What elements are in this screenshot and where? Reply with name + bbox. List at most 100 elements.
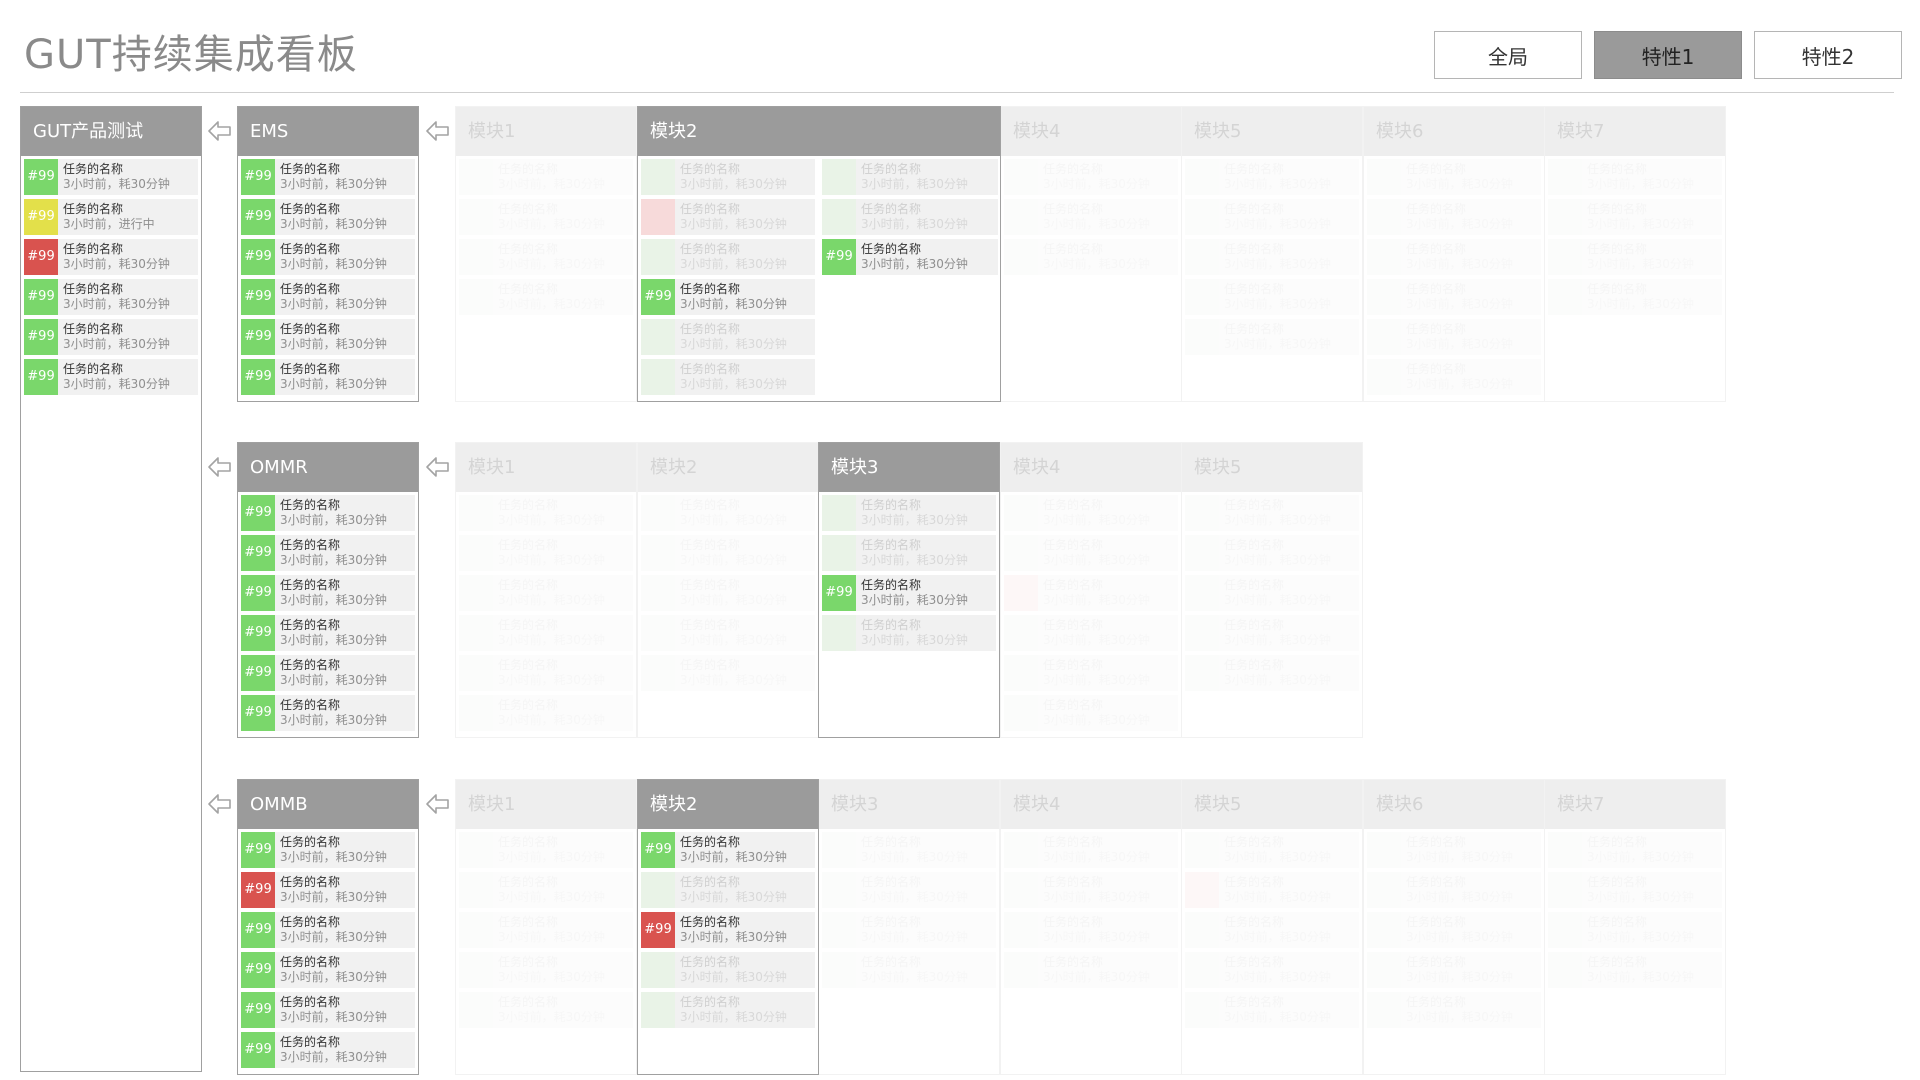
task-card[interactable]: #99任务的名称3小时前，耗30分钟: [1367, 832, 1541, 868]
column-header[interactable]: 模块2: [638, 780, 818, 829]
column-header[interactable]: 模块4: [1001, 780, 1181, 829]
task-card[interactable]: #99任务的名称3小时前，耗30分钟: [1004, 495, 1178, 531]
task-card[interactable]: #99任务的名称3小时前，耗30分钟: [241, 199, 415, 235]
task-card[interactable]: #99任务的名称3小时前，耗30分钟: [641, 319, 815, 355]
task-card[interactable]: #99任务的名称3小时前，耗30分钟: [1367, 912, 1541, 948]
task-card[interactable]: #99任务的名称3小时前，耗30分钟: [1004, 535, 1178, 571]
task-card[interactable]: #99任务的名称3小时前，耗30分钟: [822, 159, 998, 195]
task-card[interactable]: #99任务的名称3小时前，耗30分钟: [459, 575, 633, 611]
task-card[interactable]: #99任务的名称3小时前，耗30分钟: [1185, 319, 1359, 355]
task-card[interactable]: #99任务的名称3小时前，耗30分钟: [24, 159, 198, 195]
task-card[interactable]: #99任务的名称3小时前，耗30分钟: [641, 992, 815, 1028]
column-header[interactable]: 模块4: [1001, 107, 1181, 156]
column-header[interactable]: 模块5: [1182, 780, 1362, 829]
task-card[interactable]: #99任务的名称3小时前，耗30分钟: [1185, 495, 1359, 531]
column-header[interactable]: 模块3: [819, 443, 999, 492]
task-card[interactable]: #99任务的名称3小时前，耗30分钟: [822, 239, 998, 275]
task-card[interactable]: #99任务的名称3小时前，耗30分钟: [1185, 159, 1359, 195]
task-card[interactable]: #99任务的名称3小时前，耗30分钟: [822, 952, 996, 988]
task-card[interactable]: #99任务的名称3小时前，耗30分钟: [459, 872, 633, 908]
task-card[interactable]: #99任务的名称3小时前，耗30分钟: [641, 239, 815, 275]
task-card[interactable]: #99任务的名称3小时前，耗30分钟: [241, 535, 415, 571]
column-header[interactable]: 模块3: [819, 780, 999, 829]
task-card[interactable]: #99任务的名称3小时前，耗30分钟: [641, 655, 815, 691]
task-card[interactable]: #99任务的名称3小时前，耗30分钟: [1004, 872, 1178, 908]
task-card[interactable]: #99任务的名称3小时前，耗30分钟: [241, 912, 415, 948]
task-card[interactable]: #99任务的名称3小时前，耗30分钟: [1367, 199, 1541, 235]
task-card[interactable]: #99任务的名称3小时前，耗30分钟: [241, 159, 415, 195]
task-card[interactable]: #99任务的名称3小时前，耗30分钟: [1185, 832, 1359, 868]
task-card[interactable]: #99任务的名称3小时前，耗30分钟: [641, 952, 815, 988]
task-card[interactable]: #99任务的名称3小时前，耗30分钟: [241, 495, 415, 531]
task-card[interactable]: #99任务的名称3小时前，耗30分钟: [641, 359, 815, 395]
task-card[interactable]: #99任务的名称3小时前，耗30分钟: [1548, 279, 1722, 315]
task-card[interactable]: #99任务的名称3小时前，耗30分钟: [1548, 159, 1722, 195]
task-card[interactable]: #99任务的名称3小时前，耗30分钟: [1548, 832, 1722, 868]
task-card[interactable]: #99任务的名称3小时前，耗30分钟: [1004, 199, 1178, 235]
task-card[interactable]: #99任务的名称3小时前，耗30分钟: [641, 912, 815, 948]
task-card[interactable]: #99任务的名称3小时前，耗30分钟: [241, 832, 415, 868]
task-card[interactable]: #99任务的名称3小时前，耗30分钟: [822, 575, 996, 611]
column-header[interactable]: OMMB: [238, 780, 418, 829]
task-card[interactable]: #99任务的名称3小时前，耗30分钟: [241, 575, 415, 611]
task-card[interactable]: #99任务的名称3小时前，耗30分钟: [1367, 159, 1541, 195]
task-card[interactable]: #99任务的名称3小时前，耗30分钟: [641, 615, 815, 651]
task-card[interactable]: #99任务的名称3小时前，耗30分钟: [1185, 535, 1359, 571]
task-card[interactable]: #99任务的名称3小时前，耗30分钟: [241, 1032, 415, 1068]
tab-feature-1[interactable]: 特性1: [1594, 31, 1742, 79]
task-card[interactable]: #99任务的名称3小时前，耗30分钟: [1367, 992, 1541, 1028]
task-card[interactable]: #99任务的名称3小时前，耗30分钟: [1367, 239, 1541, 275]
tab-feature-2[interactable]: 特性2: [1754, 31, 1902, 79]
task-card[interactable]: #99任务的名称3小时前，耗30分钟: [241, 872, 415, 908]
task-card[interactable]: #99任务的名称3小时前，耗30分钟: [1185, 992, 1359, 1028]
task-card[interactable]: #99任务的名称3小时前，耗30分钟: [241, 239, 415, 275]
task-card[interactable]: #99任务的名称3小时前，耗30分钟: [459, 655, 633, 691]
task-card[interactable]: #99任务的名称3小时前，耗30分钟: [1548, 872, 1722, 908]
task-card[interactable]: #99任务的名称3小时前，耗30分钟: [459, 832, 633, 868]
task-card[interactable]: #99任务的名称3小时前，耗30分钟: [822, 495, 996, 531]
column-header[interactable]: EMS: [238, 107, 418, 156]
task-card[interactable]: #99任务的名称3小时前，耗30分钟: [641, 872, 815, 908]
task-card[interactable]: #99 任务的名称 3小时前，进行中: [24, 199, 198, 235]
task-card[interactable]: #99任务的名称3小时前，耗30分钟: [1004, 615, 1178, 651]
task-card[interactable]: #99任务的名称3小时前，耗30分钟: [641, 575, 815, 611]
column-header[interactable]: GUT产品测试: [21, 107, 201, 156]
task-card[interactable]: #99任务的名称3小时前，耗30分钟: [822, 872, 996, 908]
column-header[interactable]: 模块1: [456, 443, 636, 492]
task-card[interactable]: #99任务的名称3小时前，耗30分钟: [1004, 695, 1178, 731]
task-card[interactable]: #99任务的名称3小时前，耗30分钟: [459, 695, 633, 731]
task-card[interactable]: #99任务的名称3小时前，耗30分钟: [1185, 199, 1359, 235]
task-card[interactable]: #99任务的名称3小时前，耗30分钟: [459, 159, 633, 195]
task-card[interactable]: #99任务的名称3小时前，耗30分钟: [1004, 912, 1178, 948]
task-card[interactable]: #99任务的名称3小时前，耗30分钟: [1367, 359, 1541, 395]
task-card[interactable]: #99任务的名称3小时前，耗30分钟: [1367, 279, 1541, 315]
task-card[interactable]: #99任务的名称3小时前，耗30分钟: [1185, 872, 1359, 908]
task-card[interactable]: #99任务的名称3小时前，耗30分钟: [1004, 832, 1178, 868]
task-card[interactable]: #99任务的名称3小时前，耗30分钟: [1548, 912, 1722, 948]
task-card[interactable]: #99任务的名称3小时前，耗30分钟: [24, 239, 198, 275]
task-card[interactable]: #99任务的名称3小时前，耗30分钟: [1185, 952, 1359, 988]
task-card[interactable]: #99任务的名称3小时前，耗30分钟: [24, 359, 198, 395]
task-card[interactable]: #99任务的名称3小时前，耗30分钟: [641, 199, 815, 235]
task-card[interactable]: #99任务的名称3小时前，耗30分钟: [241, 319, 415, 355]
task-card[interactable]: #99任务的名称3小时前，耗30分钟: [822, 199, 998, 235]
task-card[interactable]: #99任务的名称3小时前，耗30分钟: [641, 279, 815, 315]
tab-global[interactable]: 全局: [1434, 31, 1582, 79]
task-card[interactable]: #99任务的名称3小时前，耗30分钟: [459, 952, 633, 988]
task-card[interactable]: #99任务的名称3小时前，耗30分钟: [459, 199, 633, 235]
column-header[interactable]: OMMR: [238, 443, 418, 492]
task-card[interactable]: #99任务的名称3小时前，耗30分钟: [1548, 239, 1722, 275]
task-card[interactable]: #99任务的名称3小时前，耗30分钟: [1004, 655, 1178, 691]
task-card[interactable]: #99任务的名称3小时前，耗30分钟: [1185, 615, 1359, 651]
task-card[interactable]: #99任务的名称3小时前，耗30分钟: [641, 535, 815, 571]
task-card[interactable]: #99任务的名称3小时前，耗30分钟: [1185, 655, 1359, 691]
task-card[interactable]: #99任务的名称3小时前，耗30分钟: [822, 912, 996, 948]
task-card[interactable]: #99任务的名称3小时前，耗30分钟: [459, 535, 633, 571]
column-header[interactable]: 模块1: [456, 107, 636, 156]
task-card[interactable]: #99任务的名称3小时前，耗30分钟: [241, 655, 415, 691]
task-card[interactable]: #99任务的名称3小时前，耗30分钟: [1367, 319, 1541, 355]
task-card[interactable]: #99任务的名称3小时前，耗30分钟: [1185, 912, 1359, 948]
task-card[interactable]: #99任务的名称3小时前，耗30分钟: [1185, 279, 1359, 315]
column-header[interactable]: 模块7: [1545, 780, 1725, 829]
column-header[interactable]: 模块5: [1182, 107, 1362, 156]
